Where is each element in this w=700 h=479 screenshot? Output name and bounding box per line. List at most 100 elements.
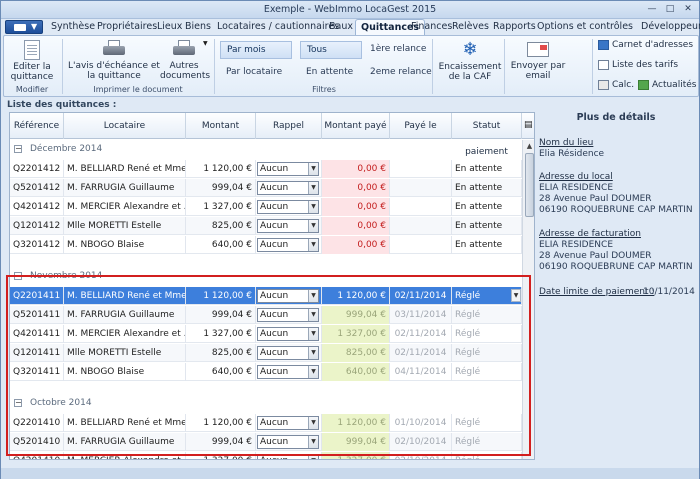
cell-payment-status: En attente — [452, 160, 522, 178]
table-row[interactable]: Q1201411 Mlle MORETTI Estelle 825,00 € Aucu… — [10, 344, 522, 362]
tab-lieux[interactable]: Lieux — [157, 21, 182, 35]
chevron-down-icon[interactable]: ▼ — [308, 366, 318, 378]
chevron-down-icon[interactable]: ▼ — [308, 436, 318, 448]
column-chooser-icon[interactable]: ▤ — [524, 119, 534, 131]
chevron-down-icon[interactable]: ▼ — [308, 182, 318, 194]
chevron-down-icon[interactable]: ▼ — [308, 309, 318, 321]
maximize-icon[interactable]: □ — [663, 3, 677, 15]
chevron-down-icon[interactable]: ▼ — [308, 163, 318, 175]
chevron-down-icon[interactable]: ▼ — [203, 40, 208, 47]
collapse-icon[interactable]: − — [14, 399, 22, 407]
tab-biens[interactable]: Biens — [185, 21, 211, 35]
reminder-select[interactable]: Aucun ▼ — [257, 327, 319, 341]
local-address-label: Adresse du local — [539, 172, 613, 182]
reminder-select[interactable]: Aucun ▼ — [257, 365, 319, 379]
column-header-reminder[interactable]: Rappel — [256, 113, 322, 139]
local-address-line: 06190 ROQUEBRUNE CAP MARTIN — [539, 205, 693, 215]
reminder-select[interactable]: Aucun ▼ — [257, 454, 319, 459]
tab-finances[interactable]: Finances — [411, 21, 452, 35]
reminder-select[interactable]: Aucun ▼ — [257, 162, 319, 176]
grid-header: ▤ Référence Locataire Montant Rappel Montant… — [10, 113, 534, 157]
cell-reminder: Aucun ▼ — [256, 363, 322, 381]
reminder-select[interactable]: Aucun ▼ — [257, 219, 319, 233]
table-row[interactable]: Q5201411 M. FARRUGIA Guillaume 999,04 € Auc… — [10, 306, 522, 324]
cell-reference: Q3201411 — [10, 363, 64, 381]
status-dropdown-icon[interactable]: ▼ — [511, 289, 521, 302]
column-header-payment-status[interactable]: Statut paiement — [452, 113, 522, 157]
table-row[interactable]: Q1201412 Mlle MORETTI Estelle 825,00 € Aucu… — [10, 217, 522, 235]
news-button[interactable]: Actualités — [638, 80, 696, 90]
cell-tenant: M. FARRUGIA Guillaume — [64, 179, 186, 197]
other-documents-button[interactable]: Autres documents — [160, 40, 210, 81]
table-row[interactable]: Q2201412 M. BELLIARD René et Mme ... 1 120… — [10, 160, 522, 178]
chevron-down-icon[interactable]: ▼ — [308, 347, 318, 359]
print-notice-button[interactable]: L'avis d'échéance et la quittance — [68, 40, 160, 81]
column-header-amount-paid[interactable]: Montant payé — [322, 113, 390, 139]
scroll-thumb[interactable] — [525, 153, 534, 217]
chevron-down-icon[interactable]: ▼ — [308, 417, 318, 429]
cell-tenant: M. NBOGO Blaise — [64, 363, 186, 381]
column-header-amount[interactable]: Montant — [186, 113, 256, 139]
chevron-down-icon[interactable]: ▼ — [308, 328, 318, 340]
tab-baux[interactable]: Baux — [329, 21, 353, 35]
column-header-reference[interactable]: Référence — [10, 113, 64, 139]
filter-all[interactable]: Tous — [300, 41, 362, 59]
reminder-select[interactable]: Aucun ▼ — [257, 181, 319, 195]
tab-locataires-cautionnaires[interactable]: Locataires / cautionnaires — [217, 21, 339, 35]
vertical-scrollbar[interactable]: ▲ — [522, 140, 534, 459]
group-label: Décembre 2014 — [30, 144, 103, 154]
cell-reminder: Aucun ▼ — [256, 287, 322, 305]
reminder-select[interactable]: Aucun ▼ — [257, 416, 319, 430]
chevron-down-icon[interactable]: ▼ — [308, 455, 318, 459]
chevron-down-icon[interactable]: ▼ — [308, 201, 318, 213]
table-row[interactable]: Q5201410 M. FARRUGIA Guillaume 999,04 € Auc… — [10, 433, 522, 451]
reminder-select[interactable]: Aucun ▼ — [257, 308, 319, 322]
print-notice-label: L'avis d'échéance et la quittance — [68, 61, 160, 81]
table-row[interactable]: Q5201412 M. FARRUGIA Guillaume 999,04 € Auc… — [10, 179, 522, 197]
send-email-button[interactable]: Envoyer par email — [508, 40, 568, 81]
tab-propri-taires[interactable]: Propriétaires — [97, 21, 157, 35]
reminder-select[interactable]: Aucun ▼ — [257, 346, 319, 360]
filter-pending[interactable]: En attente — [300, 64, 362, 80]
caf-collection-button[interactable]: ❄ Encaissement de la CAF — [436, 40, 504, 83]
chevron-down-icon[interactable]: ▼ — [308, 290, 318, 302]
tab-rapports[interactable]: Rapports — [493, 21, 536, 35]
table-row[interactable]: Q4201411 M. MERCIER Alexandre et ... 1 327… — [10, 325, 522, 343]
minimize-icon[interactable]: — — [645, 3, 659, 15]
column-header-tenant[interactable]: Locataire — [64, 113, 186, 139]
tab-d-veloppeur[interactable]: Développeur — [641, 21, 700, 35]
reminder-select[interactable]: Aucun ▼ — [257, 435, 319, 449]
column-header-paid-on[interactable]: Payé le — [390, 113, 452, 139]
filter-first-reminder[interactable]: 1ère relance — [364, 41, 426, 57]
tab-options-et-contr-les[interactable]: Options et contrôles — [537, 21, 633, 35]
reminder-select[interactable]: Aucun ▼ — [257, 200, 319, 214]
table-row[interactable]: Q2201411 M. BELLIARD René et Mme ... 1 120… — [10, 287, 522, 305]
close-icon[interactable]: ✕ — [681, 3, 695, 15]
address-book-button[interactable]: Carnet d'adresses — [598, 40, 693, 50]
table-row[interactable]: Q3201411 M. NBOGO Blaise 640,00 € Aucun ▼ 640… — [10, 363, 522, 381]
table-row[interactable]: Q3201412 M. NBOGO Blaise 640,00 € Aucun ▼ 0,0… — [10, 236, 522, 254]
scroll-up-icon[interactable]: ▲ — [523, 140, 534, 152]
table-row[interactable]: Q4201412 M. MERCIER Alexandre et ... 1 327… — [10, 198, 522, 216]
reminder-value: Aucun — [260, 348, 289, 358]
price-list-button[interactable]: Liste des tarifs — [598, 60, 678, 70]
tab-synth-se[interactable]: Synthèse — [51, 21, 95, 35]
chevron-down-icon[interactable]: ▼ — [308, 239, 318, 251]
table-row[interactable]: Q4201410M. MERCIER Alexandre et ...1 327… — [10, 452, 522, 459]
tab-rel-ves[interactable]: Relèves — [452, 21, 489, 35]
filter-second-reminder[interactable]: 2eme relance — [364, 64, 432, 80]
cell-amount: 1 327,00 € — [186, 452, 256, 459]
collapse-icon[interactable]: − — [14, 272, 22, 280]
cell-amount: 1 120,00 € — [186, 414, 256, 432]
filter-by-tenant[interactable]: Par locataire — [220, 64, 292, 80]
chevron-down-icon[interactable]: ▼ — [308, 220, 318, 232]
reminder-select[interactable]: Aucun ▼ — [257, 289, 319, 303]
reminder-select[interactable]: Aucun ▼ — [257, 238, 319, 252]
app-menu-button[interactable]: ▼ — [5, 20, 43, 34]
collapse-icon[interactable]: − — [14, 145, 22, 153]
filter-by-month[interactable]: Par mois — [220, 41, 292, 59]
calculator-icon — [598, 80, 609, 90]
calculator-button[interactable]: Calc. — [598, 80, 634, 90]
table-row[interactable]: Q2201410 M. BELLIARD René et Mme ... 1 120… — [10, 414, 522, 432]
edit-receipt-button[interactable]: Editer la quittance — [8, 40, 56, 82]
